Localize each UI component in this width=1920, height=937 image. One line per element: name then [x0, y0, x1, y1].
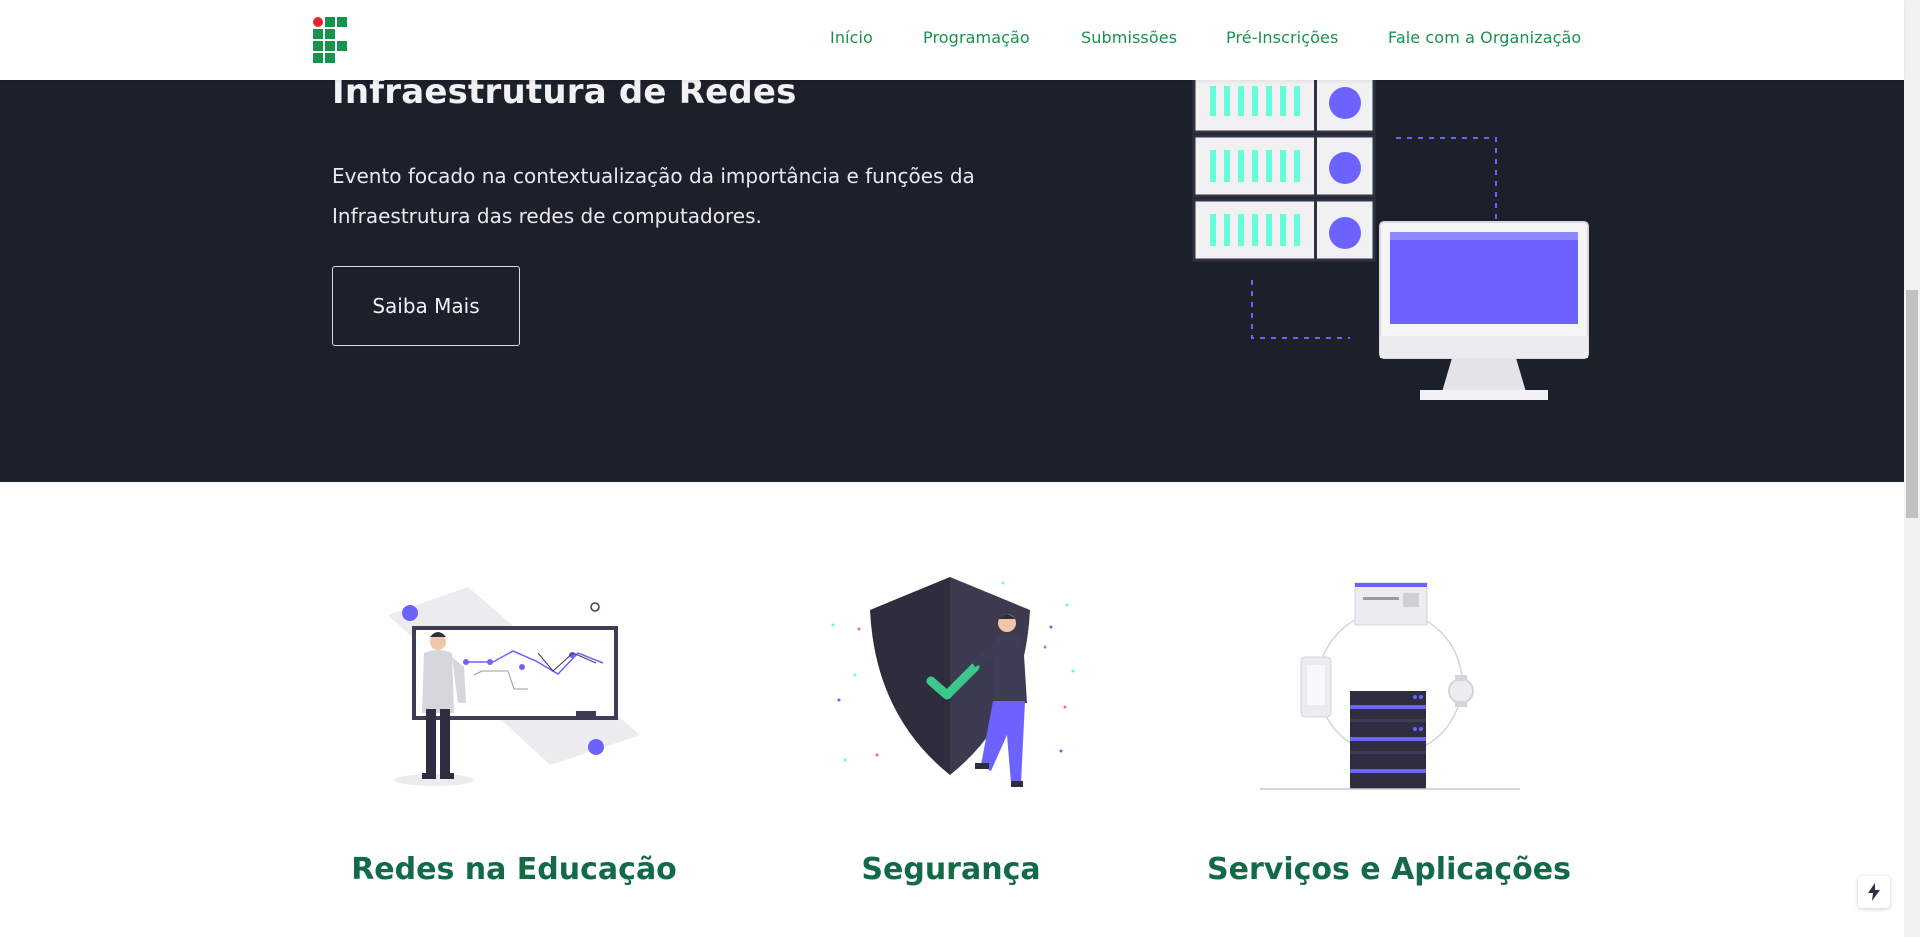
nav-link-fale-com-organizacao[interactable]: Fale com a Organização — [1388, 28, 1581, 47]
nav-link-programacao[interactable]: Programação — [923, 28, 1030, 47]
hero-description: Evento focado na contextualização da imp… — [332, 164, 975, 228]
feature-title-seguranca: Segurança — [861, 852, 1041, 887]
scrollbar-thumb[interactable] — [1906, 290, 1918, 518]
nav-link-inicio[interactable]: Início — [830, 28, 873, 47]
saiba-mais-button[interactable]: Saiba Mais — [332, 266, 520, 346]
lightning-glyph-icon — [1868, 883, 1880, 901]
page-scrollbar[interactable] — [1904, 0, 1920, 937]
nav-link-submissoes[interactable]: Submissões — [1081, 28, 1177, 47]
monitor — [1379, 221, 1589, 400]
security-shield-illustration — [831, 577, 1075, 787]
feature-title-servicos-e-aplicacoes: Serviços e Aplicações — [1207, 852, 1571, 887]
server-monitor-illustration — [1192, 80, 1589, 400]
hero-title: Infraestrutura de Redes — [332, 80, 797, 112]
teaching-board-illustration — [388, 587, 640, 786]
site-header: Início Programação Submissões Pré-Inscri… — [0, 0, 1904, 80]
institute-logo[interactable] — [312, 16, 348, 64]
server-rack — [1192, 80, 1376, 262]
lightning-icon[interactable] — [1858, 876, 1890, 908]
nav-link-pre-inscricoes[interactable]: Pré-Inscrições — [1226, 28, 1338, 47]
feature-title-redes-na-educacao: Redes na Educação — [351, 852, 677, 887]
hero-section: Infraestrutura de Redes Evento focado na… — [0, 80, 1904, 482]
server-devices-illustration — [1260, 582, 1520, 790]
